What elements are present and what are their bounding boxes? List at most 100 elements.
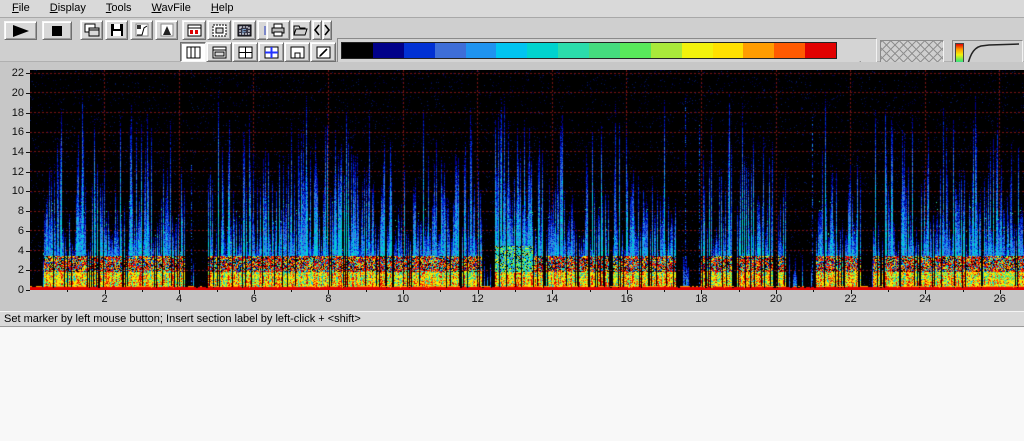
color-scale-segment [373, 43, 404, 58]
spectrogram-plot-area: 0246810121416182022246810121416182022242… [0, 62, 1024, 311]
freq-axis-label: 6 [2, 225, 24, 237]
color-scale-segment [558, 43, 589, 58]
db-color-scale [341, 42, 837, 59]
windows-copy-icon [84, 23, 100, 37]
scale-curve-button[interactable] [130, 20, 153, 40]
freq-axis-tick [26, 152, 30, 153]
time-axis-label: 16 [615, 293, 639, 305]
time-axis-tick [179, 290, 180, 294]
spectrogram-app-window: FileDisplayToolsWavFileHelp N=512 F=100 … [0, 0, 1024, 441]
freq-axis-tick [26, 191, 30, 192]
menu-item-help[interactable]: Help [203, 0, 242, 16]
time-axis-tick [515, 290, 516, 292]
time-axis-tick [366, 290, 367, 292]
time-axis-label: 2 [93, 293, 117, 305]
time-axis-label: 14 [540, 293, 564, 305]
desktop-background [0, 328, 1024, 441]
grid-cross-blue-button[interactable] [258, 42, 284, 62]
color-scale-segment [620, 43, 651, 58]
freq-axis-tick [26, 251, 30, 252]
time-axis-tick [440, 290, 441, 292]
svg-text:F: F [242, 29, 246, 36]
freq-axis-tick [26, 211, 30, 212]
color-scale-segment [342, 43, 373, 58]
toolbar: N=512 F=100 O=88 HAM dB -69-65-63-60-57-… [0, 18, 1024, 62]
play-icon [9, 24, 33, 38]
scroll-display-button[interactable] [207, 20, 231, 40]
grid-cross-button[interactable] [232, 42, 258, 62]
prev-button[interactable] [312, 20, 322, 40]
zoom-selection-button[interactable]: F [232, 20, 256, 40]
spectrum-peak-button[interactable] [155, 20, 178, 40]
freq-axis-label: 22 [2, 67, 24, 79]
freq-axis-label: 0 [2, 284, 24, 296]
freq-axis-label: 14 [2, 146, 24, 158]
save-button[interactable] [105, 20, 128, 40]
freq-axis-label: 2 [2, 264, 24, 276]
freq-axis-tick [26, 270, 30, 271]
color-scale-segment [682, 43, 713, 58]
time-axis-label: 26 [988, 293, 1012, 305]
play-button[interactable] [4, 21, 37, 40]
next-button[interactable] [322, 20, 332, 40]
marker-window-button[interactable] [284, 42, 310, 62]
time-axis-tick [67, 290, 68, 292]
time-axis-label: 12 [466, 293, 490, 305]
time-axis-label: 24 [913, 293, 937, 305]
freq-axis-label: 18 [2, 107, 24, 119]
menu-item-file[interactable]: File [4, 0, 38, 16]
color-scale-segment [466, 43, 497, 58]
grid-vertical-button[interactable] [180, 42, 206, 62]
freq-axis-label: 16 [2, 126, 24, 138]
menu-item-wavfile[interactable]: WavFile [144, 0, 199, 16]
edit-pencil-icon [316, 46, 331, 59]
time-axis-tick [664, 290, 665, 292]
grid-horizontal-button[interactable] [206, 42, 232, 62]
menu-bar: FileDisplayToolsWavFileHelp [0, 0, 1024, 18]
freq-axis-label: 8 [2, 205, 24, 217]
time-axis-label: 8 [316, 293, 340, 305]
color-scale-segment [774, 43, 805, 58]
menu-item-display[interactable]: Display [42, 0, 94, 16]
freq-axis-tick [26, 231, 30, 232]
time-axis-tick [105, 290, 106, 294]
grid-cross-icon [238, 46, 253, 59]
time-axis-tick [701, 290, 702, 294]
time-axis-label: 18 [689, 293, 713, 305]
menu-item-tools[interactable]: Tools [98, 0, 140, 16]
folder-open-icon [293, 24, 309, 37]
color-scale-segment [496, 43, 527, 58]
color-scale-segment [743, 43, 774, 58]
angle-left-icon [313, 24, 321, 36]
time-axis-tick [1000, 290, 1001, 294]
spectrogram-window-button[interactable] [182, 20, 206, 40]
freq-axis-tick [26, 290, 30, 291]
status-bar: Set marker by left mouse button; Insert … [0, 311, 1024, 327]
freq-axis-tick [26, 73, 30, 74]
printer-icon [270, 23, 286, 37]
freq-axis-label: 12 [2, 166, 24, 178]
freq-axis-label: 4 [2, 245, 24, 257]
time-axis-label: 6 [242, 293, 266, 305]
duplicate-display-button[interactable] [80, 20, 103, 40]
freq-axis-tick [26, 113, 30, 114]
time-axis-label: 20 [764, 293, 788, 305]
spectrogram-canvas[interactable] [30, 70, 1024, 290]
time-axis-tick [552, 290, 553, 294]
time-axis-tick [403, 290, 404, 294]
curve-icon [135, 23, 149, 37]
stop-icon [50, 24, 64, 38]
time-axis-tick [254, 290, 255, 294]
color-scale-segment [713, 43, 744, 58]
time-axis-label: 10 [391, 293, 415, 305]
window-red-icon [187, 24, 202, 37]
stop-button[interactable] [42, 21, 72, 40]
print-button[interactable] [266, 20, 290, 40]
grid-horizontal-icon [212, 46, 227, 59]
color-scale-segment [404, 43, 435, 58]
window-select-icon: F [237, 24, 252, 37]
edit-label-button[interactable] [310, 42, 336, 62]
color-scale-segment [589, 43, 620, 58]
open-file-button[interactable] [291, 20, 311, 40]
time-axis-tick [217, 290, 218, 292]
